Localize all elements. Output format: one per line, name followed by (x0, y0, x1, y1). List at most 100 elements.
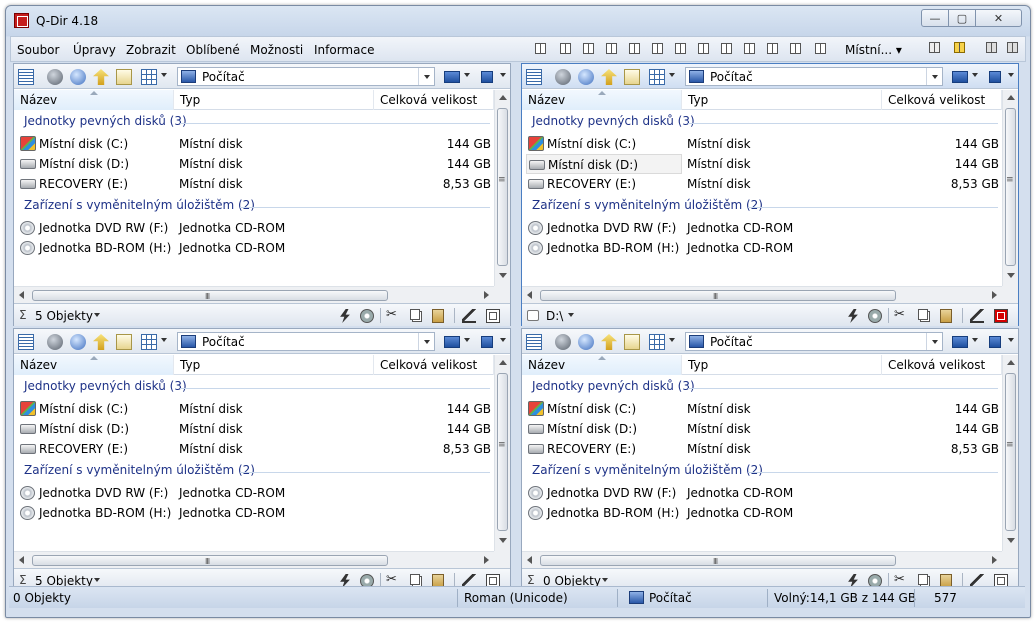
item-name-cell[interactable]: Místní disk (D:) (526, 419, 682, 439)
column-size[interactable]: Celková velikost (882, 90, 1002, 110)
view-mode-dropdown[interactable]: Místní... ▾ (845, 43, 902, 57)
star-icon[interactable] (954, 42, 965, 53)
column-type[interactable]: Typ (682, 90, 882, 110)
menu-moznosti[interactable]: Možnosti (250, 43, 303, 57)
scroll-thumb[interactable]: ≡ (1005, 108, 1016, 266)
scroll-right-icon[interactable] (992, 291, 997, 299)
item-name-cell[interactable]: Místní disk (C:) (526, 399, 682, 419)
item-name-cell[interactable]: RECOVERY (E:) (18, 439, 174, 459)
print-icon[interactable] (929, 42, 940, 53)
up-folder-icon[interactable] (601, 334, 617, 350)
layout-2v-icon[interactable] (583, 43, 594, 54)
properties-icon[interactable] (994, 309, 1008, 323)
layout-3c-icon[interactable] (675, 43, 686, 54)
list-item[interactable]: Místní disk (C:) Místní disk 144 GB (18, 399, 494, 419)
scroll-thumb[interactable]: ≡ (497, 108, 508, 266)
item-name-cell[interactable]: RECOVERY (E:) (18, 174, 174, 194)
item-name-cell[interactable]: RECOVERY (E:) (526, 174, 682, 194)
details-view-icon[interactable] (526, 69, 542, 85)
chevron-down-icon[interactable] (972, 73, 978, 77)
item-name-cell[interactable]: Místní disk (D:) (18, 419, 174, 439)
layout-4-icon[interactable] (535, 43, 546, 54)
chevron-down-icon[interactable] (464, 338, 470, 342)
address-bar[interactable]: Počítač (685, 67, 943, 86)
cut-icon[interactable]: ✂ (894, 572, 908, 587)
layout-3i-icon[interactable] (815, 43, 826, 54)
scroll-down-icon[interactable] (499, 538, 507, 543)
group-header[interactable]: Jednotky pevných disků (3) (532, 379, 695, 397)
up-folder-icon[interactable] (93, 69, 109, 85)
item-name-cell[interactable]: Místní disk (D:) (526, 154, 682, 174)
scroll-thumb[interactable]: III (32, 290, 388, 301)
scroll-right-icon[interactable] (484, 291, 489, 299)
chevron-down-icon[interactable] (669, 338, 675, 342)
new-folder-icon[interactable] (624, 334, 640, 350)
group-header[interactable]: Jednotky pevných disků (3) (532, 114, 695, 132)
vertical-scrollbar[interactable]: ≡ (1002, 355, 1018, 551)
layout-3f-icon[interactable] (744, 43, 755, 54)
list-item[interactable]: Jednotka DVD RW (F:) Jednotka CD-ROM (526, 218, 1002, 238)
back-icon[interactable] (47, 69, 63, 85)
view-grid-icon[interactable] (649, 334, 665, 350)
column-size[interactable]: Celková velikost (374, 355, 494, 375)
network-icon[interactable] (989, 71, 1001, 83)
scroll-right-icon[interactable] (992, 556, 997, 564)
group-header[interactable]: Zařízení s vyměnitelným úložištěm (2) (24, 198, 255, 216)
item-name-cell[interactable]: Jednotka BD-ROM (H:) (18, 503, 174, 523)
menu-zobrazit[interactable]: Zobrazit (126, 43, 176, 57)
chevron-down-icon[interactable] (161, 338, 167, 342)
chevron-down-icon[interactable] (1008, 73, 1014, 77)
address-bar[interactable]: Počítač (177, 332, 435, 351)
back-icon[interactable] (555, 69, 571, 85)
item-name-cell[interactable]: Jednotka DVD RW (F:) (526, 218, 682, 238)
close-button[interactable]: ✕ (975, 9, 1022, 27)
new-folder-icon[interactable] (116, 69, 132, 85)
forward-icon[interactable] (578, 69, 594, 85)
menu-oblibene[interactable]: Oblíbené (186, 43, 240, 57)
item-name-cell[interactable]: Jednotka BD-ROM (H:) (526, 238, 682, 258)
cut-icon[interactable]: ✂ (386, 572, 400, 587)
list-item[interactable]: RECOVERY (E:) Místní disk 8,53 GB (526, 174, 1002, 194)
group-header[interactable]: Zařízení s vyměnitelným úložištěm (2) (24, 463, 255, 481)
list-item[interactable]: Místní disk (D:) Místní disk 144 GB (526, 419, 1002, 439)
item-name-cell[interactable]: Jednotka DVD RW (F:) (18, 483, 174, 503)
disk-icon[interactable] (868, 309, 882, 323)
list-item[interactable]: Jednotka BD-ROM (H:) Jednotka CD-ROM (526, 238, 1002, 258)
item-name-cell[interactable]: Jednotka BD-ROM (H:) (526, 503, 682, 523)
scroll-thumb[interactable]: ≡ (497, 373, 508, 531)
scroll-down-icon[interactable] (1007, 538, 1015, 543)
scroll-left-icon[interactable] (19, 291, 24, 299)
chevron-down-icon[interactable] (500, 73, 506, 77)
monitor-icon[interactable] (444, 336, 460, 348)
list-item[interactable]: Jednotka DVD RW (F:) Jednotka CD-ROM (526, 483, 1002, 503)
scroll-left-icon[interactable] (527, 556, 532, 564)
disk-icon[interactable] (360, 309, 374, 323)
copy-icon[interactable] (410, 574, 420, 585)
address-bar[interactable]: Počítač (177, 67, 435, 86)
item-name-cell[interactable]: Jednotka DVD RW (F:) (18, 218, 174, 238)
forward-icon[interactable] (578, 334, 594, 350)
scroll-left-icon[interactable] (19, 556, 24, 564)
horizontal-scrollbar[interactable]: III (14, 551, 494, 568)
view-grid-icon[interactable] (141, 69, 157, 85)
new-folder-icon[interactable] (624, 69, 640, 85)
scroll-up-icon[interactable] (499, 95, 507, 100)
monitor-icon[interactable] (444, 71, 460, 83)
item-name-cell[interactable]: Jednotka BD-ROM (H:) (18, 238, 174, 258)
rename-icon[interactable] (970, 309, 984, 323)
chevron-down-icon[interactable] (972, 338, 978, 342)
vertical-scrollbar[interactable]: ≡ (1002, 90, 1018, 286)
layout-3b-icon[interactable] (652, 43, 663, 54)
list-item[interactable]: Jednotka BD-ROM (H:) Jednotka CD-ROM (18, 503, 494, 523)
column-type[interactable]: Typ (174, 355, 374, 375)
copy-icon[interactable] (918, 309, 928, 320)
chevron-down-icon[interactable] (94, 578, 100, 582)
up-folder-icon[interactable] (93, 334, 109, 350)
details-view-icon[interactable] (18, 334, 34, 350)
list-item[interactable]: Místní disk (D:) Místní disk 144 GB (526, 154, 1002, 174)
chevron-down-icon[interactable] (464, 73, 470, 77)
forward-icon[interactable] (70, 69, 86, 85)
new-folder-icon[interactable] (116, 334, 132, 350)
list-item[interactable]: Místní disk (C:) Místní disk 144 GB (18, 134, 494, 154)
list-item[interactable]: Místní disk (D:) Místní disk 144 GB (18, 154, 494, 174)
